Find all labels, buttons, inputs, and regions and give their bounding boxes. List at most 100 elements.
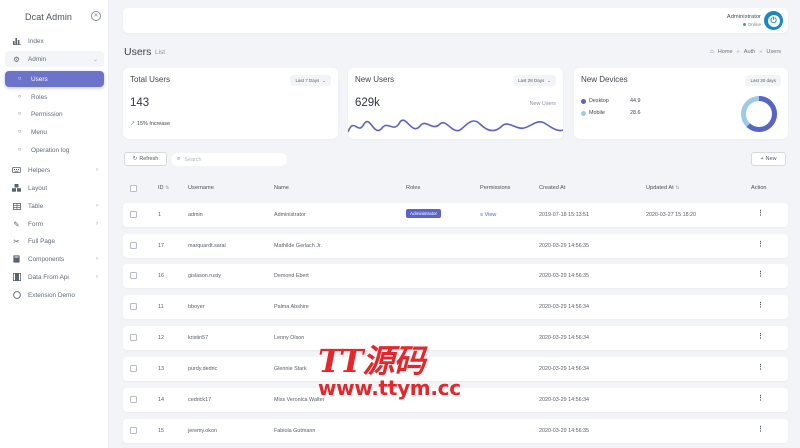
row-actions-icon[interactable]: ⋮ bbox=[757, 210, 764, 217]
column-name: Name bbox=[274, 185, 289, 191]
row-actions-icon[interactable]: ⋮ bbox=[757, 241, 764, 248]
cell-created-at: 2020-03-29 14:56:34 bbox=[539, 335, 590, 341]
legend-label: Mobile bbox=[589, 110, 605, 116]
table-row: 15 jeremy.okon Fabiola Gutmann 2020-03-2… bbox=[123, 419, 788, 443]
sidebar-item-label: Index bbox=[28, 37, 44, 45]
cell-name: Fabiola Gutmann bbox=[274, 428, 316, 434]
cell-username: purdy.dedric bbox=[188, 366, 218, 372]
desktop-dot-icon bbox=[581, 98, 586, 104]
gear-icon: ⚙ bbox=[13, 54, 20, 64]
row-checkbox[interactable] bbox=[130, 365, 137, 372]
row-checkbox[interactable] bbox=[130, 427, 137, 434]
row-actions-icon[interactable]: ⋮ bbox=[757, 395, 764, 402]
chevron-down-icon: ⌄ bbox=[92, 56, 98, 63]
refresh-icon: ↻ bbox=[132, 156, 138, 162]
table-row: 16 gislason.rusty Demond Ebert 2020-03-2… bbox=[123, 264, 788, 288]
card-title: New Users bbox=[355, 75, 395, 84]
permission-label: View bbox=[484, 212, 497, 218]
breadcrumb-users: Users bbox=[766, 49, 781, 55]
cell-created-at: 2020-03-29 14:56:35 bbox=[539, 428, 590, 434]
circle-icon: ○ bbox=[17, 94, 22, 100]
new-users-card: New Users Last 28 Days ⌄ 629k New Users bbox=[348, 68, 563, 139]
row-checkbox[interactable] bbox=[130, 211, 137, 218]
column-permissions: Permissions bbox=[480, 185, 511, 191]
sidebar-item-label: Users bbox=[31, 75, 48, 83]
sidebar-item-label: Form bbox=[28, 220, 43, 228]
column-created-at: Created At bbox=[539, 185, 566, 191]
column-label: ID bbox=[158, 185, 164, 191]
chevron-right-icon: › bbox=[96, 274, 98, 280]
row-actions-icon[interactable]: ⋮ bbox=[757, 333, 764, 340]
legend-desktop: Desktop 44.9 bbox=[581, 98, 641, 104]
new-devices-range-select[interactable]: Last 30 days bbox=[745, 75, 781, 86]
column-roles: Roles bbox=[406, 185, 421, 191]
total-users-range-select[interactable]: Last 7 Days ⌄ bbox=[290, 75, 331, 86]
breadcrumb-home[interactable]: Home bbox=[718, 49, 733, 55]
home-icon: ⌂ bbox=[710, 49, 714, 55]
sidebar-item-data-from-api[interactable]: Data From Api › bbox=[5, 269, 104, 285]
select-value: Last 30 days bbox=[750, 78, 776, 83]
edit-icon: ✎ bbox=[13, 219, 20, 229]
mobile-dot-icon bbox=[581, 110, 586, 116]
new-button[interactable]: + New bbox=[751, 152, 786, 166]
close-sidebar-icon[interactable]: ✕ bbox=[91, 11, 101, 21]
sidebar-item-components[interactable]: Components › bbox=[5, 251, 104, 267]
cell-username: kristin57 bbox=[188, 335, 209, 341]
row-checkbox[interactable] bbox=[130, 396, 137, 403]
sidebar-item-menu[interactable]: ○ Menu bbox=[5, 124, 104, 140]
legend-mobile: Mobile 28.6 bbox=[581, 110, 641, 116]
chevron-right-icon: › bbox=[96, 221, 98, 227]
cell-id: 16 bbox=[158, 273, 164, 279]
permissions-view-link[interactable]: ≡ View bbox=[480, 212, 496, 218]
sidebar-item-users[interactable]: ○ Users bbox=[5, 71, 104, 87]
sidebar-item-operation-log[interactable]: ○ Operation log bbox=[5, 142, 104, 158]
sidebar-item-table[interactable]: Table › bbox=[5, 198, 104, 214]
select-value: Last 7 Days bbox=[295, 78, 320, 83]
sidebar-item-layout[interactable]: Layout bbox=[5, 180, 104, 196]
row-actions-icon[interactable]: ⋮ bbox=[757, 426, 764, 433]
sidebar-item-admin[interactable]: ⚙ Admin ⌄ bbox=[5, 51, 104, 67]
user-name[interactable]: Administrator bbox=[727, 14, 761, 20]
column-id[interactable]: ID ⇅ bbox=[158, 185, 169, 191]
brand: Dcat Admin ✕ bbox=[0, 0, 108, 33]
breadcrumb: ⌂ Home » Auth » Users bbox=[710, 49, 781, 55]
sidebar-item-helpers[interactable]: Helpers › bbox=[5, 162, 104, 178]
search-icon: ⌕ bbox=[177, 156, 181, 162]
row-checkbox[interactable] bbox=[130, 303, 137, 310]
select-all-checkbox[interactable] bbox=[130, 185, 137, 192]
avatar[interactable]: ⏻ bbox=[764, 11, 783, 30]
column-updated-at[interactable]: Updated At ⇅ bbox=[646, 185, 679, 191]
cell-username: jeremy.okon bbox=[188, 428, 217, 434]
row-actions-icon[interactable]: ⋮ bbox=[757, 302, 764, 309]
row-checkbox[interactable] bbox=[130, 242, 137, 249]
sidebar-item-extension-demo[interactable]: Extension Demo bbox=[5, 287, 104, 303]
row-checkbox[interactable] bbox=[130, 334, 137, 341]
row-actions-icon[interactable]: ⋮ bbox=[757, 271, 764, 278]
total-users-value: 143 bbox=[130, 97, 150, 109]
sidebar-item-label: Components bbox=[28, 255, 65, 263]
breadcrumb-separator-icon: » bbox=[759, 49, 763, 55]
breadcrumb-auth[interactable]: Auth bbox=[744, 49, 756, 55]
cell-id: 15 bbox=[158, 428, 164, 434]
sidebar-item-form[interactable]: ✎ Form › bbox=[5, 216, 104, 232]
cell-created-at: 2020-03-29 14:56:35 bbox=[539, 273, 590, 279]
table-header: ID ⇅ Username Name Roles Permissions Cre… bbox=[123, 180, 788, 197]
new-users-range-select[interactable]: Last 28 Days ⌄ bbox=[512, 75, 556, 86]
refresh-button[interactable]: ↻ Refresh bbox=[124, 152, 167, 166]
search-input[interactable]: ⌕ Search bbox=[171, 153, 287, 166]
legend-value: 28.6 bbox=[630, 110, 641, 116]
new-users-sparkline bbox=[348, 119, 563, 133]
sidebar-item-index[interactable]: Index bbox=[5, 33, 104, 49]
table-row: 11 bboyer Palma Abshire 2020-03-29 14:56… bbox=[123, 295, 788, 319]
plus-icon: + bbox=[760, 156, 764, 162]
search-placeholder: Search bbox=[184, 156, 202, 163]
row-actions-icon[interactable]: ⋮ bbox=[757, 364, 764, 371]
chevron-right-icon: › bbox=[96, 256, 98, 262]
table-row: 12 kristin57 Lenny Olson 2020-03-29 14:5… bbox=[123, 326, 788, 350]
row-checkbox[interactable] bbox=[130, 272, 137, 279]
sidebar-item-permission[interactable]: ○ Permission bbox=[5, 106, 104, 122]
sidebar-item-full-page[interactable]: ✂ Full Page bbox=[5, 233, 104, 249]
cell-name: Demond Ebert bbox=[274, 273, 309, 279]
sidebar-item-roles[interactable]: ○ Roles bbox=[5, 89, 104, 105]
user-status: Online bbox=[742, 22, 761, 27]
